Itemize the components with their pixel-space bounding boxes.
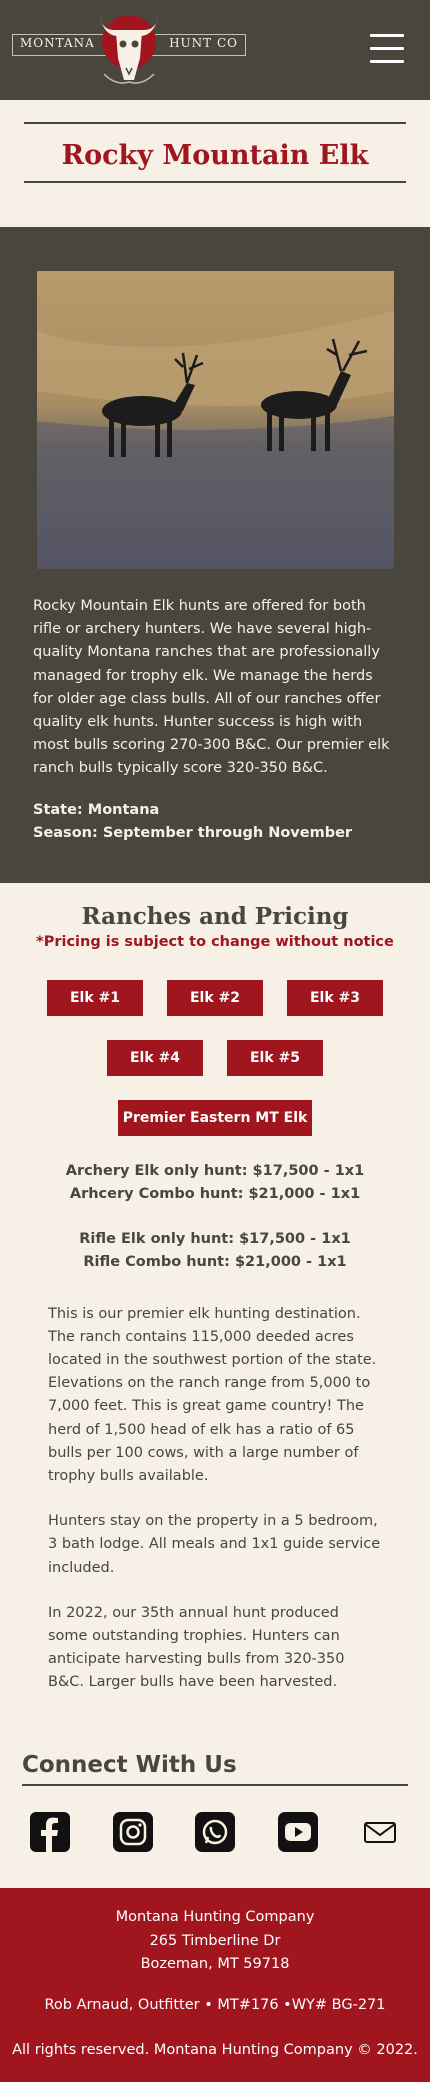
page-title: Rocky Mountain Elk — [61, 140, 369, 171]
elk-5-button[interactable]: Elk #5 — [227, 1039, 323, 1076]
elk-photo-image — [36, 271, 394, 569]
footer-license: Rob Arnaud, Outfitter • MT#176 •WY# BG-2… — [44, 1997, 386, 2013]
ranches-section: Ranches and Pricing *Pricing is subject … — [0, 883, 430, 1709]
ranches-title: Ranches and Pricing — [81, 902, 349, 930]
footer-company: Montana Hunting Company — [115, 1909, 315, 1926]
ranch-paragraph: This is our premier elk hunting destinat… — [48, 1305, 377, 1484]
site-header: Montana Hunt Co — [0, 0, 430, 100]
title-divider-bottom — [24, 181, 406, 183]
state-info: State: Montana — [33, 801, 160, 818]
youtube-icon[interactable] — [277, 1812, 318, 1853]
price-rifle-elk: Rifle Elk only hunt: $17,500 - 1x1 — [79, 1231, 351, 1248]
email-icon[interactable] — [360, 1812, 400, 1852]
pricing-notice: *Pricing is subject to change without no… — [36, 933, 394, 950]
intro-section: Rocky Mountain Elk hunts are offered for… — [0, 227, 430, 883]
footer-copyright: All rights reserved. Montana Hunting Com… — [12, 2042, 418, 2059]
ranch-button-row-1: Elk #1 Elk #2 Elk #3 — [22, 979, 408, 1016]
price-rifle-combo: Rifle Combo hunt: $21,000 - 1x1 — [83, 1254, 347, 1271]
logo-text-left: Montana — [20, 36, 95, 50]
title-section: Rocky Mountain Elk — [0, 100, 430, 227]
ranch-description: This is our premier elk hunting destinat… — [22, 1303, 408, 1695]
elk-4-button[interactable]: Elk #4 — [107, 1039, 203, 1076]
hamburger-icon-bar — [370, 47, 404, 50]
facebook-icon[interactable] — [30, 1812, 70, 1853]
connect-title: Connect With Us — [22, 1752, 408, 1787]
intro-description: Rocky Mountain Elk hunts are offered for… — [33, 598, 390, 777]
connect-section: Connect With Us — [0, 1708, 430, 1888]
elk-2-button[interactable]: Elk #2 — [167, 979, 263, 1016]
logo-text-right: Hunt Co — [169, 36, 238, 50]
price-archery-elk: Archery Elk only hunt: $17,500 - 1x1 — [65, 1162, 365, 1179]
hamburger-icon-bar — [370, 34, 404, 37]
ranch-button-row-3: Premier Eastern MT Elk — [22, 1099, 408, 1136]
ranch-paragraph: In 2022, our 35th annual hunt produced s… — [48, 1604, 345, 1691]
menu-button[interactable] — [370, 34, 404, 66]
bull-skull-icon — [100, 15, 158, 84]
site-footer: Montana Hunting Company 265 Timberline D… — [0, 1888, 430, 2082]
elk-3-button[interactable]: Elk #3 — [287, 979, 383, 1016]
season-info: Season: September through November — [33, 824, 353, 841]
pricing-list: Archery Elk only hunt: $17,500 - 1x1 Arh… — [22, 1160, 408, 1275]
price-archery-combo: Arhcery Combo hunt: $21,000 - 1x1 — [69, 1186, 361, 1203]
premier-eastern-mt-elk-button[interactable]: Premier Eastern MT Elk — [118, 1099, 312, 1136]
whatsapp-icon[interactable] — [195, 1812, 235, 1853]
hunt-facts: State: Montana Season: September through… — [33, 799, 397, 845]
social-icons — [22, 1786, 408, 1868]
instagram-icon[interactable] — [112, 1812, 153, 1853]
site-logo[interactable]: Montana Hunt Co — [12, 6, 246, 90]
footer-street: 265 Timberline Dr — [149, 1932, 281, 1949]
elk-photo — [36, 271, 394, 569]
hamburger-icon-bar — [370, 60, 404, 63]
elk-1-button[interactable]: Elk #1 — [47, 979, 143, 1016]
ranch-paragraph: Hunters stay on the property in a 5 bedr… — [48, 1513, 381, 1576]
ranch-button-row-2: Elk #4 Elk #5 — [22, 1039, 408, 1076]
footer-city: Bozeman, MT 59718 — [140, 1955, 290, 1972]
